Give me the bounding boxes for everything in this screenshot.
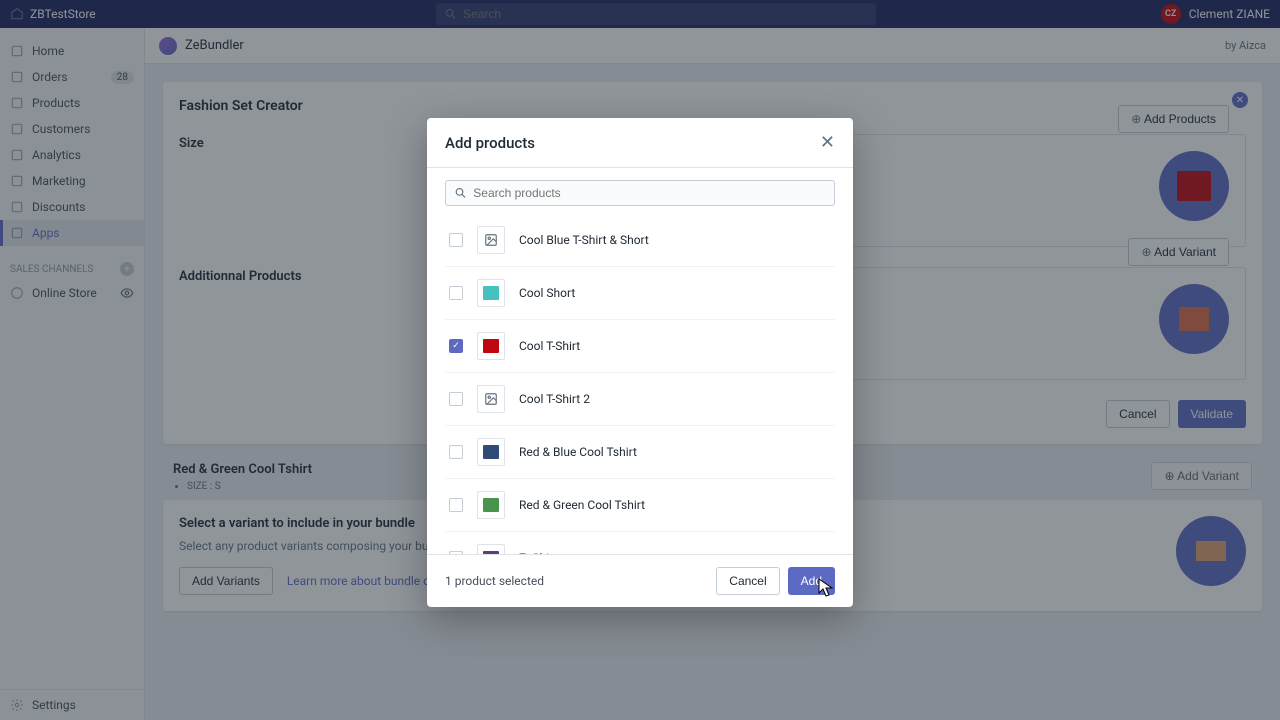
modal-title: Add products [445,134,535,152]
product-row[interactable]: ZeShirt [445,531,835,554]
product-thumb [477,544,505,554]
image-placeholder-icon [477,226,505,254]
product-checkbox[interactable] [449,286,463,300]
product-thumb [477,438,505,466]
product-row[interactable]: Cool T-Shirt 2 [445,372,835,425]
add-button[interactable]: Add [788,567,835,595]
product-row[interactable]: Cool Short [445,266,835,319]
modal-overlay[interactable]: Add products ✕ Cool Blue T-Shirt & Short… [0,0,1280,720]
image-placeholder-icon [477,385,505,413]
product-thumb [477,332,505,360]
product-search[interactable] [445,180,835,206]
add-products-modal: Add products ✕ Cool Blue T-Shirt & Short… [427,118,853,607]
product-name: Cool T-Shirt 2 [519,392,590,406]
product-checkbox[interactable] [449,339,463,353]
product-row[interactable]: Red & Blue Cool Tshirt [445,425,835,478]
selected-count: 1 product selected [445,574,544,588]
product-row[interactable]: Cool Blue T-Shirt & Short [445,214,835,266]
product-row[interactable]: Red & Green Cool Tshirt [445,478,835,531]
cancel-button[interactable]: Cancel [716,567,779,595]
product-checkbox[interactable] [449,233,463,247]
product-name: Red & Blue Cool Tshirt [519,445,637,459]
search-icon [454,186,467,200]
product-checkbox[interactable] [449,445,463,459]
product-search-input[interactable] [473,186,826,200]
product-name: Red & Green Cool Tshirt [519,498,645,512]
product-thumb [477,279,505,307]
product-list: Cool Blue T-Shirt & Short Cool Short Cool … [427,214,853,554]
product-name: Cool T-Shirt [519,339,580,353]
product-row[interactable]: Cool T-Shirt [445,319,835,372]
product-checkbox[interactable] [449,392,463,406]
product-checkbox[interactable] [449,498,463,512]
close-icon[interactable]: ✕ [820,132,835,153]
product-name: Cool Blue T-Shirt & Short [519,233,649,247]
product-name: Cool Short [519,286,575,300]
product-thumb [477,491,505,519]
